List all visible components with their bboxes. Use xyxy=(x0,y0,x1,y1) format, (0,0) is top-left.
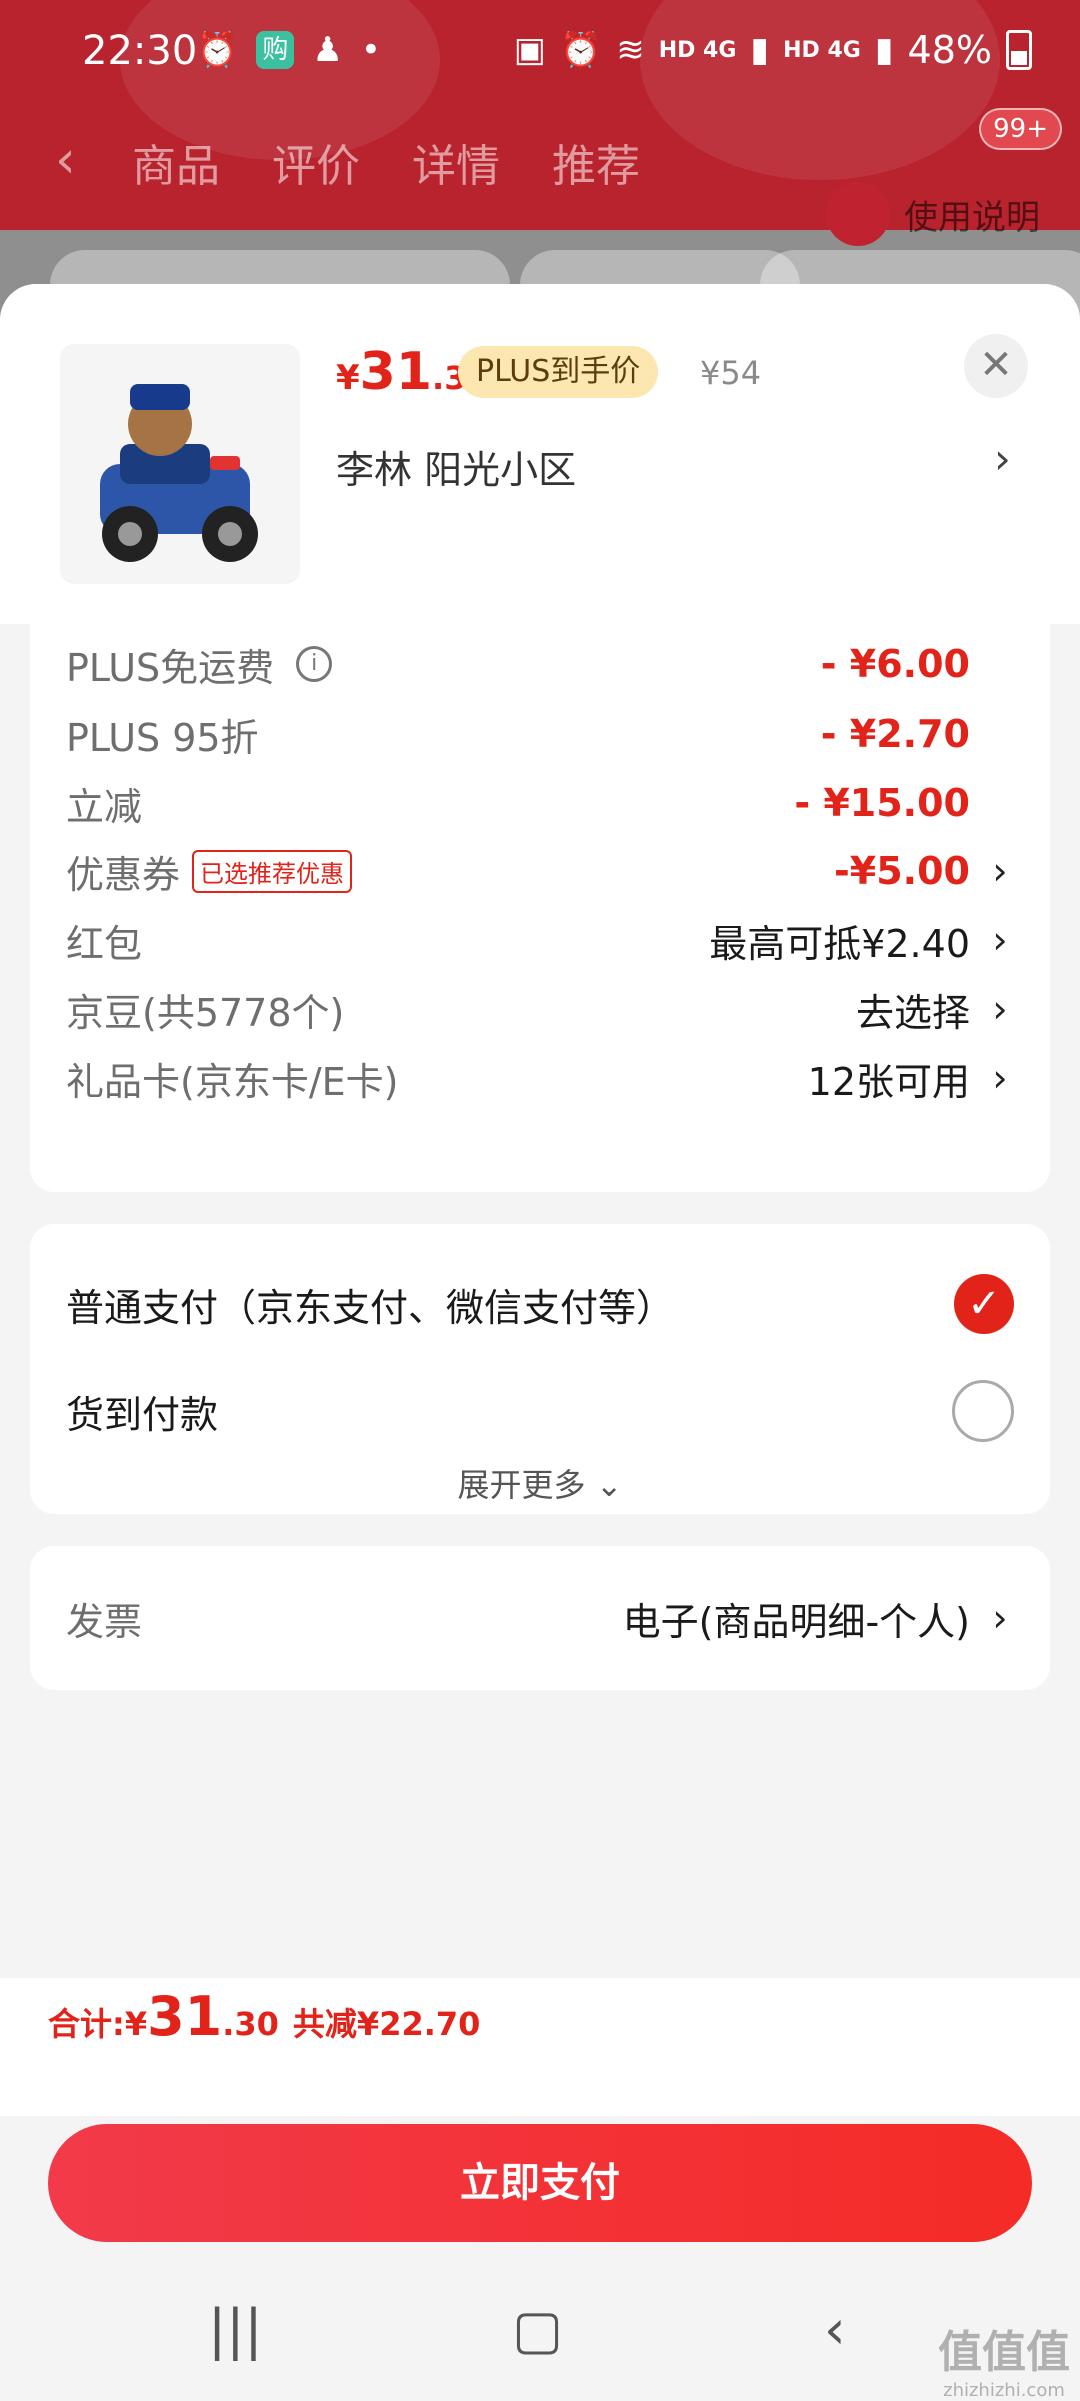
invoice-label: 发票 xyxy=(66,1599,143,1644)
chevron-right-icon: › xyxy=(992,987,1008,1031)
chevron-right-icon: › xyxy=(992,918,1008,962)
battery-saver-icon: ▣ xyxy=(513,30,546,70)
unchecked-radio-icon[interactable] xyxy=(952,1380,1014,1442)
invoice-card[interactable]: 发票 电子(商品明细-个人) › xyxy=(30,1546,1050,1690)
watermark-url: zhizhizhi.com xyxy=(943,2380,1065,2401)
manual-link: 使用说明 xyxy=(826,182,1040,246)
signal-icon-2: ▮ xyxy=(874,30,894,70)
row-value: - ¥15.00 xyxy=(794,781,970,825)
total-integer: 31 xyxy=(147,1985,223,2048)
total-label: 合计: xyxy=(48,2005,125,2043)
watermark: 值值值 zhizhizhi.com xyxy=(938,2316,1070,2401)
pay-now-button[interactable]: 立即支付 xyxy=(48,2124,1032,2242)
recent-apps-icon[interactable]: ||| xyxy=(208,2298,263,2361)
battery-icon xyxy=(1006,30,1032,70)
watermark-logo: 值值值 xyxy=(938,2327,1070,2378)
wifi-icon: ≋ xyxy=(616,30,645,70)
row-value: -¥5.00 xyxy=(834,849,970,893)
row-label: 礼品卡(京东卡/E卡) xyxy=(66,1059,399,1104)
price-currency: ¥ xyxy=(336,358,360,398)
payment-label: 普通支付（京东支付、微信支付等） xyxy=(66,1285,675,1330)
discount-row-redpacket[interactable]: 红包 最高可抵¥2.40 › xyxy=(66,900,1014,980)
tab-reviews: 评价 xyxy=(272,141,360,192)
expand-label: 展开更多 xyxy=(457,1466,586,1504)
tab-recommend: 推荐 xyxy=(552,141,640,192)
row-label: PLUS 95折 xyxy=(66,715,259,760)
shopping-app-icon: 购 xyxy=(256,31,295,69)
payment-option-normal[interactable]: 普通支付（京东支付、微信支付等） ✓ xyxy=(66,1264,1014,1344)
person-icon: ♟ xyxy=(312,30,343,70)
row-value: - ¥2.70 xyxy=(820,712,970,756)
delivery-address[interactable]: 李林 阳光小区 xyxy=(336,439,576,494)
system-nav-bar: ||| ▢ ‹ xyxy=(0,2252,1080,2400)
total-decimal: .30 xyxy=(222,2005,279,2043)
info-icon[interactable]: i xyxy=(296,646,333,682)
invoice-row[interactable]: 发票 电子(商品明细-个人) › xyxy=(66,1578,1014,1658)
product-header: ¥31.3 PLUS到手价 ¥54 ✕ 李林 阳光小区 › xyxy=(0,284,1080,624)
tab-product: 商品 xyxy=(132,141,220,192)
row-label: 立减 xyxy=(66,784,143,829)
chevron-right-icon[interactable]: › xyxy=(994,434,1011,483)
status-bar: 22:30 ⏰ 购 ♟ • ▣ ⏰ ≋ HD 4G ▮ HD 4G ▮ 48% xyxy=(0,0,1080,100)
chevron-right-icon: › xyxy=(992,1596,1008,1640)
invoice-value: 电子(商品明细-个人) xyxy=(622,1599,970,1644)
chevron-down-icon: ⌄ xyxy=(595,1466,623,1504)
chevron-right-icon: › xyxy=(992,849,1008,893)
discount-row-coupon[interactable]: 优惠券 已选推荐优惠 -¥5.00 › xyxy=(66,831,1014,911)
order-total: 合计: ¥ 31 .30 共减¥22.70 xyxy=(48,1985,480,2048)
row-label: 京豆(共5778个) xyxy=(66,990,345,1035)
product-image xyxy=(60,344,300,584)
row-value: - ¥6.00 xyxy=(820,642,970,686)
network-icon: HD 4G xyxy=(658,37,737,63)
checked-icon[interactable]: ✓ xyxy=(954,1274,1014,1334)
tab-details: 详情 xyxy=(412,141,500,192)
back-icon: ‹ xyxy=(55,130,76,190)
back-nav-icon[interactable]: ‹ xyxy=(824,2298,846,2361)
discount-card: PLUS免运费 i - ¥6.00 PLUS 95折 - ¥2.70 立减 - … xyxy=(30,622,1050,1192)
plus-price-badge: PLUS到手价 xyxy=(458,346,659,398)
row-value: 最高可抵¥2.40 xyxy=(709,921,970,966)
message-badge: 99+ xyxy=(979,108,1062,150)
discount-row-giftcard[interactable]: 礼品卡(京东卡/E卡) 12张可用 › xyxy=(66,1038,1014,1118)
discount-row-plus95: PLUS 95折 - ¥2.70 xyxy=(66,694,1014,774)
row-value: 12张可用 xyxy=(807,1059,970,1104)
original-price: ¥54 xyxy=(700,354,762,392)
manual-label: 使用说明 xyxy=(904,197,1040,238)
alarm-icon-right: ⏰ xyxy=(559,30,603,70)
chevron-right-icon: › xyxy=(992,1056,1008,1100)
payment-card: 普通支付（京东支付、微信支付等） ✓ 货到付款 展开更多 ⌄ xyxy=(30,1224,1050,1514)
close-icon[interactable]: ✕ xyxy=(964,334,1028,398)
row-label: PLUS免运费 xyxy=(66,645,275,690)
alarm-icon: ⏰ xyxy=(196,30,239,70)
payment-label: 货到付款 xyxy=(66,1392,219,1437)
total-saved: 共减¥22.70 xyxy=(292,2005,481,2043)
discount-row-jingdou[interactable]: 京豆(共5778个) 去选择 › xyxy=(66,969,1014,1049)
dot-icon: • xyxy=(360,30,381,70)
price-integer: 31 xyxy=(359,342,433,402)
total-currency: ¥ xyxy=(124,2005,148,2043)
product-price: ¥31.3 xyxy=(336,342,466,402)
recommended-tag: 已选推荐优惠 xyxy=(192,849,353,893)
home-icon[interactable]: ▢ xyxy=(512,2298,563,2361)
row-value: 去选择 xyxy=(855,990,970,1035)
row-label: 优惠券 xyxy=(66,852,181,897)
battery-percent: 48% xyxy=(907,28,992,72)
row-label: 红包 xyxy=(66,921,143,966)
payment-option-cod[interactable]: 货到付款 xyxy=(66,1371,1014,1451)
expand-more-button[interactable]: 展开更多 ⌄ xyxy=(30,1460,1050,1506)
signal-icon: ▮ xyxy=(750,30,770,70)
network-icon-2: HD 4G xyxy=(783,37,861,63)
status-time: 22:30 xyxy=(82,28,198,74)
discount-row-shipping: PLUS免运费 i - ¥6.00 xyxy=(66,624,1014,704)
manual-icon xyxy=(826,182,890,246)
